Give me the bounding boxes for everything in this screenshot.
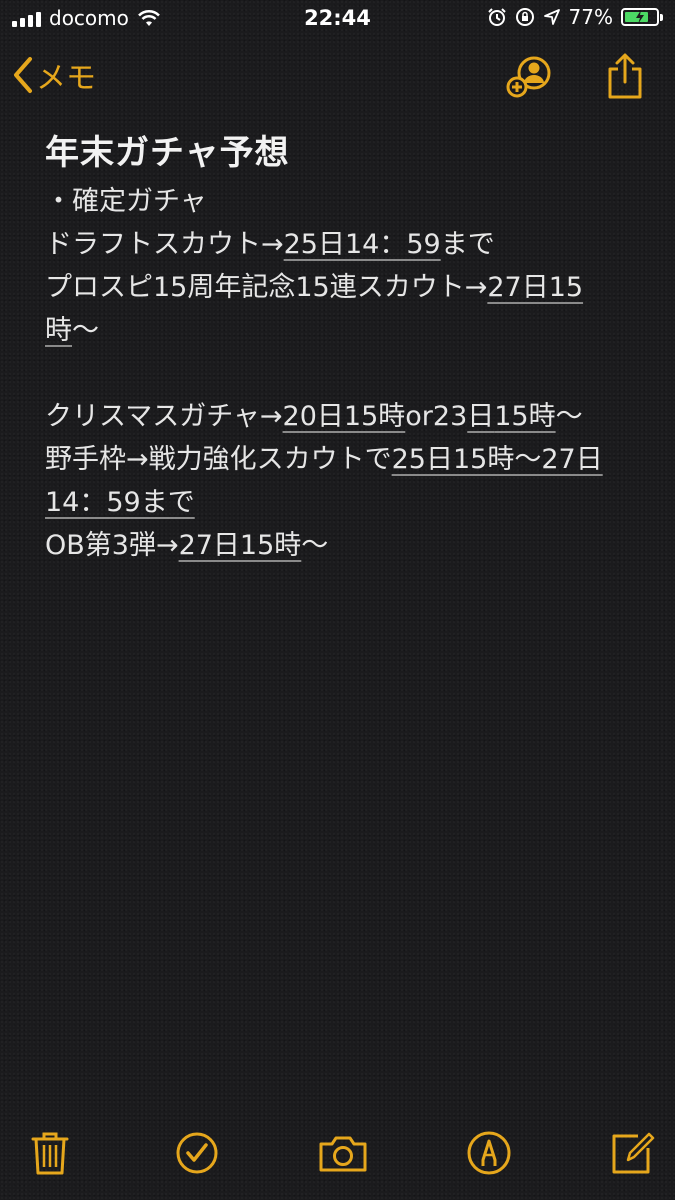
back-label: メモ <box>36 61 96 96</box>
text-segment: 野手枠→戦力強化スカウトで <box>45 444 392 475</box>
text-segment: 〜 <box>555 401 583 432</box>
add-people-button[interactable] <box>504 51 554 101</box>
note-line: 野手枠→戦力強化スカウトで25日15時〜27日 <box>45 438 645 481</box>
note-line: OB第3弾→27日15時〜 <box>45 524 645 567</box>
text-segment: 〜 <box>72 315 99 346</box>
note-line: プロスピ15周年記念15連スカウト→27日15 <box>45 266 645 309</box>
battery-icon <box>621 8 659 26</box>
camera-icon <box>319 1136 367 1172</box>
text-segment: まで <box>440 229 495 260</box>
text-segment: 〜 <box>301 530 329 561</box>
date-link[interactable]: 25日14：59 <box>284 229 441 260</box>
date-link[interactable]: 14：59まで <box>45 487 195 518</box>
bottom-toolbar <box>0 1110 675 1200</box>
delete-button[interactable] <box>25 1128 75 1178</box>
date-link[interactable]: 27日15 <box>487 272 583 303</box>
text-segment: ・確定ガチャ <box>45 186 207 217</box>
navigation-bar: メモ <box>0 45 675 109</box>
note-line: 14：59まで <box>45 481 645 524</box>
camera-button[interactable] <box>318 1128 368 1178</box>
date-link[interactable]: 27日15時 <box>179 530 302 561</box>
note-line: クリスマスガチャ→20日15時or23日15時〜 <box>45 395 645 438</box>
share-icon <box>608 53 642 99</box>
text-segment: プロスピ15周年記念15連スカウト→ <box>45 272 488 303</box>
battery-percent: 77% <box>568 5 613 29</box>
alarm-icon <box>487 8 506 26</box>
text-segment: クリスマスガチャ→ <box>45 401 283 432</box>
note-line: ドラフトスカウト→25日14：59まで <box>45 223 645 266</box>
date-link[interactable]: 20日15時 <box>283 401 406 432</box>
text-segment: ドラフトスカウト→ <box>45 229 284 260</box>
back-button[interactable]: メモ <box>12 53 96 97</box>
orientation-lock-icon <box>515 8 534 26</box>
checklist-icon <box>176 1132 218 1174</box>
date-link[interactable]: 15時 <box>494 401 555 432</box>
note-line: ・確定ガチャ <box>45 180 645 223</box>
chevron-left-icon <box>14 57 32 93</box>
note-body[interactable]: 年末ガチャ予想 ・確定ガチャ ドラフトスカウト→25日14：59まで プロスピ1… <box>45 128 645 567</box>
share-button[interactable] <box>600 51 650 101</box>
add-people-icon <box>506 56 551 98</box>
markup-button[interactable] <box>464 1128 514 1178</box>
status-bar: docomo 22:44 77% <box>0 0 675 38</box>
date-link[interactable]: 日 <box>467 401 494 432</box>
trash-icon <box>31 1132 69 1175</box>
note-title: 年末ガチャ予想 <box>45 133 290 173</box>
compose-button[interactable] <box>608 1128 658 1178</box>
note-line: 時〜 <box>45 309 645 352</box>
markup-icon <box>467 1131 511 1175</box>
checklist-button[interactable] <box>172 1128 222 1178</box>
status-right: 77% <box>487 5 663 29</box>
text-segment: or23 <box>405 401 468 432</box>
compose-icon <box>612 1132 655 1174</box>
date-link[interactable]: 25日15時〜27日 <box>392 444 603 475</box>
location-arrow-icon <box>543 9 560 25</box>
date-link[interactable]: 時 <box>45 315 72 346</box>
text-segment: OB第3弾→ <box>45 530 179 561</box>
